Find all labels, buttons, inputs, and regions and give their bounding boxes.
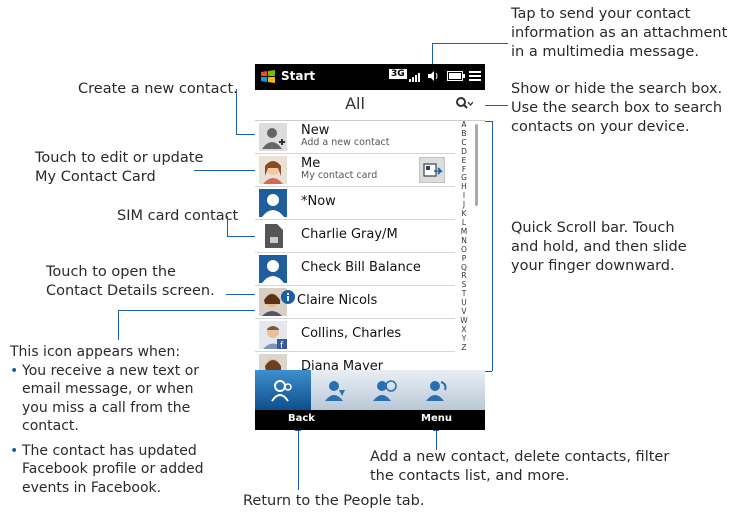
callout-line: the contacts list, and more. (370, 468, 570, 484)
leader-line (436, 428, 437, 450)
tab-call-history-icon[interactable] (423, 378, 449, 402)
contact-subtitle: My contact card (301, 170, 378, 181)
callout-send-contact: Tap to send your contact information as … (511, 5, 727, 62)
contact-name: New (301, 123, 330, 138)
callout-contact-details: Touch to open the Contact Details screen… (46, 263, 215, 301)
menu-lines-icon[interactable] (469, 71, 481, 81)
callout-line: Tap to send your contact (511, 6, 691, 22)
leader-line (227, 216, 228, 237)
callout-line: information as an attachment (511, 25, 728, 41)
contact-name: Charlie Gray/M (301, 227, 398, 242)
callout-line: contact. (22, 418, 79, 434)
leader-line (226, 294, 258, 295)
back-softkey[interactable]: Back (288, 413, 315, 424)
bullet-1: • You receive a new text or email messag… (10, 362, 204, 436)
contact-row[interactable]: *Now (255, 187, 455, 220)
contact-row[interactable]: Check Bill Balance (255, 253, 455, 286)
menu-softkey[interactable]: Menu (421, 413, 452, 424)
callout-line: Quick Scroll bar. Touch (511, 220, 675, 236)
callout-line: your finger downward. (511, 258, 675, 274)
callout-search-box: Show or hide the search box. Use the sea… (511, 80, 722, 137)
callout-create-contact: Create a new contact. (78, 80, 238, 99)
contact-name: Collins, Charles (301, 326, 402, 341)
network-3g-icon: 3G (389, 69, 407, 79)
bullet-dot: • (10, 362, 19, 379)
callout-line: The contact has updated (22, 442, 197, 459)
battery-icon (447, 71, 465, 81)
tab-updates-icon[interactable] (371, 378, 397, 402)
volume-icon (428, 71, 438, 81)
contact-subtitle: Add a new contact (301, 137, 390, 148)
callout-line: events in Facebook. (22, 479, 162, 496)
callout-line: SIM card contact (117, 208, 239, 224)
windows-logo-icon[interactable] (260, 69, 276, 84)
contact-name: *Now (301, 194, 336, 209)
callout-line: Facebook profile or added (22, 461, 204, 477)
contact-row-me[interactable]: Me My contact card (255, 154, 455, 187)
send-contact-icon[interactable] (419, 157, 445, 183)
leader-line (298, 428, 299, 490)
leader-line (194, 170, 258, 171)
callout-line: Return to the People tab. (243, 493, 425, 509)
contact-row[interactable]: Claire Nicols (255, 286, 455, 319)
contact-name: Check Bill Balance (301, 260, 421, 275)
contact-name: Me (301, 156, 321, 171)
tab-all-people-icon[interactable] (270, 378, 296, 402)
list-scrollbar[interactable] (475, 124, 478, 206)
bullet-dot: • (10, 442, 19, 459)
contact-name: Claire Nicols (297, 293, 378, 308)
quick-scroll-letter[interactable]: Z (455, 343, 473, 353)
tab-favorites-icon[interactable] (323, 378, 349, 402)
signal-icon (409, 73, 420, 82)
leader-line (227, 236, 258, 237)
info-badge-icon (281, 290, 295, 304)
filter-title[interactable]: All (255, 94, 455, 113)
callout-line: Show or hide the search box. (511, 81, 723, 97)
callout-line: Touch to edit or update (35, 150, 204, 166)
callout-line: contacts on your device. (511, 119, 690, 135)
leader-line (432, 43, 508, 44)
callout-line: Touch to open the (46, 264, 176, 280)
callout-line: Create a new contact. (78, 81, 238, 97)
quick-scroll-bar[interactable]: ABCDEFGHIJKLMNOPQRSTUVWXYZ (455, 120, 473, 371)
leader-line (481, 105, 508, 106)
soft-key-bar: Back Menu (255, 410, 485, 430)
sim-card-icon (265, 224, 283, 248)
callout-line: in a multimedia message. (511, 44, 699, 60)
callout-quick-scroll: Quick Scroll bar. Touch and hold, and th… (511, 219, 687, 276)
callout-sim-contact: SIM card contact (117, 207, 238, 226)
callout-line: Use the search box to search (511, 100, 723, 116)
contact-row-sim[interactable]: Charlie Gray/M (255, 220, 455, 253)
callout-icon-appears: This icon appears when: • You receive a … (10, 343, 204, 497)
bullet-2: • The contact has updated Facebook profi… (10, 442, 204, 498)
callout-line: My Contact Card (35, 169, 156, 185)
avatar-photo: f (259, 321, 287, 349)
callout-edit-card: Touch to edit or update My Contact Card (35, 149, 203, 187)
list-header: All (255, 90, 485, 121)
avatar-silhouette-icon (259, 255, 287, 283)
tab-bar (255, 370, 485, 410)
callout-menu: Add a new contact, delete contacts, filt… (370, 448, 669, 486)
leader-line (118, 310, 119, 340)
contact-row-new[interactable]: New Add a new contact (255, 121, 455, 154)
contact-row[interactable]: f Collins, Charles (255, 319, 455, 352)
status-bar: Start 3G (255, 64, 485, 90)
callout-back: Return to the People tab. (243, 492, 424, 511)
phone-screen: Start 3G All New Add a new contact Me My… (255, 64, 485, 430)
callout-line: Add a new contact, delete contacts, filt… (370, 449, 670, 465)
callout-title: This icon appears when: (10, 344, 181, 360)
callout-line: you miss a call from the (22, 399, 191, 416)
avatar-photo (259, 156, 287, 184)
callout-line: and hold, and then slide (511, 239, 687, 255)
leader-line (236, 89, 237, 135)
search-icon[interactable] (455, 96, 473, 114)
leader-line (492, 121, 493, 371)
callout-line: You receive a new text or (22, 362, 200, 379)
callout-line: email message, or when (22, 381, 194, 397)
start-label[interactable]: Start (281, 69, 315, 83)
callout-line: Contact Details screen. (46, 283, 215, 299)
add-contact-icon (259, 123, 287, 151)
avatar-silhouette-icon (259, 189, 287, 217)
